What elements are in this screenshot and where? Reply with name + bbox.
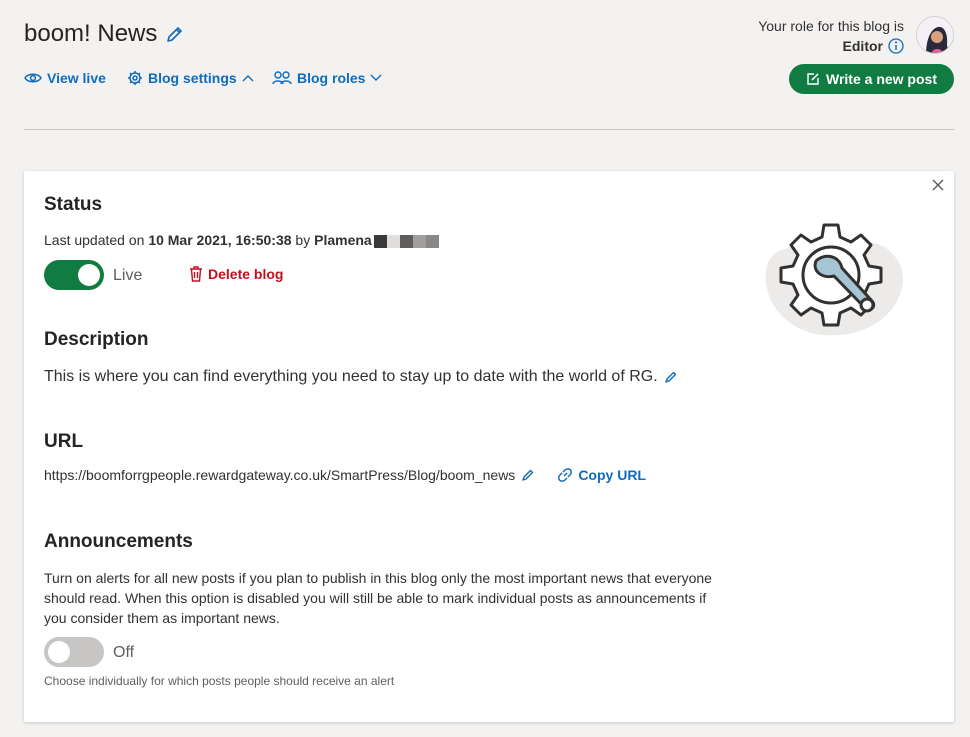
last-updated-prefix: Last updated on bbox=[44, 232, 145, 248]
role-value: Editor bbox=[842, 38, 883, 54]
pencil-icon[interactable] bbox=[521, 468, 535, 482]
view-live-link[interactable]: View live bbox=[24, 70, 127, 86]
url-row: https://boomforrgpeople.rewardgateway.co… bbox=[44, 467, 646, 483]
blog-settings-panel: Status Last updated on 10 Mar 2021, 16:5… bbox=[24, 171, 954, 722]
wrench-gear-illustration bbox=[765, 223, 903, 336]
delete-blog-label: Delete blog bbox=[208, 266, 284, 282]
compose-icon bbox=[807, 73, 819, 85]
people-icon bbox=[272, 71, 292, 85]
blog-nav: View live Blog settings Blog roles bbox=[24, 70, 382, 86]
role-info: Your role for this blog is Editor bbox=[758, 16, 904, 56]
announcements-text: Turn on alerts for all new posts if you … bbox=[44, 568, 712, 628]
announcements-line: you consider them as important news. bbox=[44, 610, 280, 626]
blog-settings-dropdown[interactable]: Blog settings bbox=[127, 70, 272, 86]
view-live-label: View live bbox=[47, 70, 106, 86]
role-value-row: Editor bbox=[758, 36, 904, 56]
url-text: https://boomforrgpeople.rewardgateway.co… bbox=[44, 467, 516, 483]
header-divider bbox=[24, 129, 954, 130]
page-title-row: boom! News bbox=[24, 20, 185, 48]
pencil-icon[interactable] bbox=[664, 370, 678, 384]
last-updated-author: Plamena bbox=[314, 232, 372, 248]
announcements-toggle[interactable] bbox=[44, 637, 104, 667]
link-icon bbox=[558, 468, 573, 482]
write-new-post-label: Write a new post bbox=[826, 71, 937, 87]
page-title: boom! News bbox=[24, 20, 158, 47]
last-updated: Last updated on 10 Mar 2021, 16:50:38 by… bbox=[44, 232, 439, 248]
url-heading: URL bbox=[44, 431, 84, 452]
trash-icon bbox=[190, 266, 202, 282]
info-icon[interactable] bbox=[888, 38, 904, 54]
description-row: This is where you can find everything yo… bbox=[44, 368, 678, 386]
last-updated-by: by bbox=[295, 232, 311, 248]
write-new-post-button[interactable]: Write a new post bbox=[789, 64, 954, 94]
copy-url-button[interactable]: Copy URL bbox=[557, 467, 646, 483]
announcements-line: should read. When this option is disable… bbox=[44, 590, 707, 606]
blog-roles-label: Blog roles bbox=[297, 70, 366, 86]
last-updated-date: 10 Mar 2021, 16:50:38 bbox=[148, 232, 292, 248]
status-heading: Status bbox=[44, 194, 103, 215]
copy-url-label: Copy URL bbox=[578, 467, 646, 483]
role-caption: Your role for this blog is bbox=[758, 18, 904, 34]
chevron-down-icon bbox=[370, 74, 382, 81]
blog-roles-dropdown[interactable]: Blog roles bbox=[272, 70, 382, 86]
redacted-name bbox=[373, 234, 439, 248]
eye-icon bbox=[24, 73, 42, 83]
pencil-icon[interactable] bbox=[165, 24, 185, 44]
description-heading: Description bbox=[44, 329, 149, 350]
announcements-hint: Choose individually for which posts peop… bbox=[44, 674, 395, 688]
blog-settings-label: Blog settings bbox=[148, 70, 237, 86]
close-icon[interactable] bbox=[930, 177, 946, 198]
delete-blog-button[interactable]: Delete blog bbox=[189, 266, 283, 282]
live-toggle[interactable] bbox=[44, 260, 104, 290]
avatar[interactable] bbox=[916, 16, 954, 54]
announcements-toggle-label: Off bbox=[113, 644, 135, 661]
announcements-heading: Announcements bbox=[44, 531, 193, 552]
description-text: This is where you can find everything yo… bbox=[44, 368, 658, 385]
live-toggle-label: Live bbox=[113, 267, 143, 284]
gear-icon bbox=[128, 71, 142, 85]
announcements-line: Turn on alerts for all new posts if you … bbox=[44, 570, 712, 586]
chevron-up-icon bbox=[242, 75, 254, 82]
